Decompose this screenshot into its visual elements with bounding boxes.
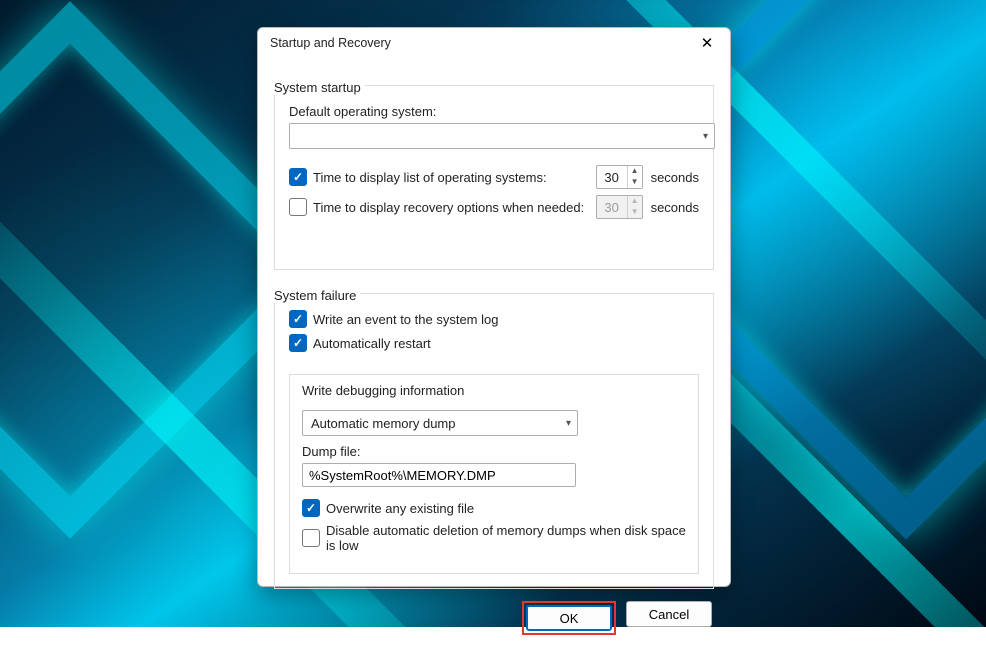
time-os-list-unit: seconds <box>651 170 699 185</box>
system-failure-section: System failure Write an event to the sys… <box>274 278 714 589</box>
default-os-combo[interactable]: ▾ <box>289 123 715 149</box>
spinner-down-icon: ▼ <box>628 207 642 218</box>
spinner-up-icon[interactable]: ▲ <box>628 166 642 177</box>
titlebar: Startup and Recovery ✕ <box>258 28 730 58</box>
disable-auto-delete-checkbox[interactable]: Disable automatic deletion of memory dum… <box>302 523 686 553</box>
auto-restart-checkbox[interactable]: Automatically restart <box>289 334 431 352</box>
overwrite-label: Overwrite any existing file <box>326 501 474 516</box>
debug-info-combo[interactable]: Automatic memory dump ▾ <box>302 410 578 436</box>
dialog-footer: OK Cancel <box>258 589 730 651</box>
cancel-button[interactable]: Cancel <box>626 601 712 627</box>
time-os-list-value[interactable] <box>597 166 627 188</box>
system-startup-section: System startup Default operating system:… <box>274 70 714 270</box>
checkbox-icon <box>289 310 307 328</box>
spinner-down-icon[interactable]: ▼ <box>628 177 642 188</box>
checkbox-icon <box>289 168 307 186</box>
debug-info-selected: Automatic memory dump <box>311 416 456 431</box>
close-icon: ✕ <box>701 34 714 52</box>
time-recovery-spinner: ▲ ▼ <box>596 195 643 219</box>
spinner-up-icon: ▲ <box>628 196 642 207</box>
time-recovery-value <box>597 196 627 218</box>
checkbox-icon <box>302 529 320 547</box>
system-startup-label: System startup <box>270 80 365 95</box>
checkbox-icon <box>289 198 307 216</box>
close-button[interactable]: ✕ <box>692 28 722 58</box>
checkbox-icon <box>302 499 320 517</box>
annotation-highlight: OK <box>522 601 616 635</box>
startup-recovery-dialog: Startup and Recovery ✕ System startup De… <box>257 27 731 587</box>
chevron-down-icon: ▾ <box>566 418 571 429</box>
overwrite-checkbox[interactable]: Overwrite any existing file <box>302 499 474 517</box>
time-recovery-checkbox[interactable]: Time to display recovery options when ne… <box>289 198 584 216</box>
time-recovery-unit: seconds <box>651 200 699 215</box>
ok-button[interactable]: OK <box>526 605 612 631</box>
default-os-label: Default operating system: <box>289 104 699 119</box>
chevron-down-icon: ▾ <box>703 131 708 142</box>
write-debug-info-group: Write debugging information Automatic me… <box>289 374 699 574</box>
time-os-list-label: Time to display list of operating system… <box>313 170 547 185</box>
dump-file-label: Dump file: <box>302 444 686 459</box>
dump-file-input[interactable] <box>302 463 576 487</box>
time-recovery-label: Time to display recovery options when ne… <box>313 200 584 215</box>
time-os-list-spinner[interactable]: ▲ ▼ <box>596 165 643 189</box>
checkbox-icon <box>289 334 307 352</box>
write-event-label: Write an event to the system log <box>313 312 498 327</box>
dialog-title: Startup and Recovery <box>270 36 692 50</box>
write-debug-info-label: Write debugging information <box>298 383 468 398</box>
time-os-list-checkbox[interactable]: Time to display list of operating system… <box>289 168 547 186</box>
auto-restart-label: Automatically restart <box>313 336 431 351</box>
disable-auto-delete-label: Disable automatic deletion of memory dum… <box>326 523 686 553</box>
system-failure-label: System failure <box>270 288 360 303</box>
write-event-checkbox[interactable]: Write an event to the system log <box>289 310 498 328</box>
